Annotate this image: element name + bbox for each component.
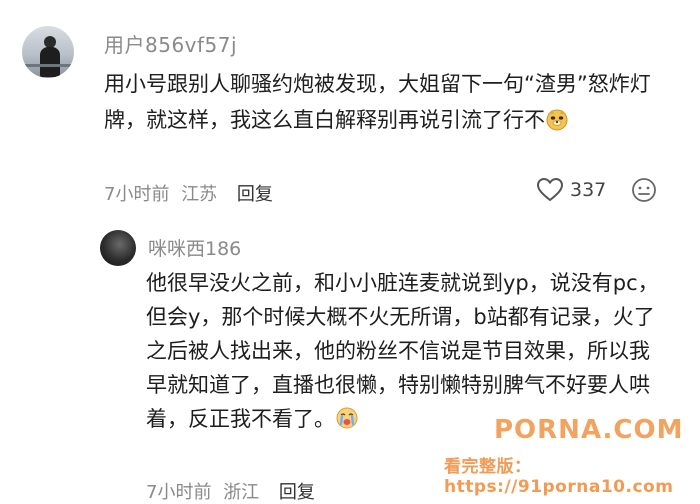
comment-text: 用小号跟别人聊骚约炮被发现，大姐留下一句“渣男”怒炸灯牌，就这样，我这么直白解释… bbox=[104, 66, 664, 138]
like-count: 337 bbox=[570, 179, 607, 201]
reply-button[interactable]: 回复 bbox=[237, 184, 273, 205]
comment-meta: 7小时前 江苏 回复 bbox=[104, 180, 273, 206]
sub-comment-body: 他很早没火之前，和小小脏连麦就说到yp，说没有pc，但会y，那个时候大概不火无所… bbox=[146, 271, 659, 431]
sub-comment-meta: 7小时前 浙江 回复 bbox=[146, 478, 315, 504]
emoji-reaction-icon[interactable] bbox=[630, 176, 658, 204]
doge-emoji-icon bbox=[546, 109, 568, 131]
comment-time: 7小时前 bbox=[104, 184, 170, 205]
watermark-brand: PORNA.COM bbox=[494, 415, 684, 445]
sub-comment-text: 他很早没火之前，和小小脏连麦就说到yp，说没有pc，但会y，那个时候大概不火无所… bbox=[146, 266, 666, 436]
user-avatar[interactable] bbox=[22, 26, 74, 78]
sub-user-avatar[interactable] bbox=[100, 230, 136, 266]
avatar-railing bbox=[22, 64, 74, 67]
like-button[interactable]: 337 bbox=[536, 176, 606, 204]
comment-location: 江苏 bbox=[181, 184, 218, 205]
comment-username[interactable]: 用户856vf57j bbox=[104, 29, 237, 58]
sub-comment-username[interactable]: 咪咪西186 bbox=[148, 234, 241, 261]
avatar-figure-body bbox=[40, 47, 60, 77]
heart-icon bbox=[536, 177, 564, 202]
watermark-link-text: 看完整版：https://91porna10.com bbox=[444, 457, 674, 497]
crying-emoji-icon bbox=[336, 407, 358, 429]
